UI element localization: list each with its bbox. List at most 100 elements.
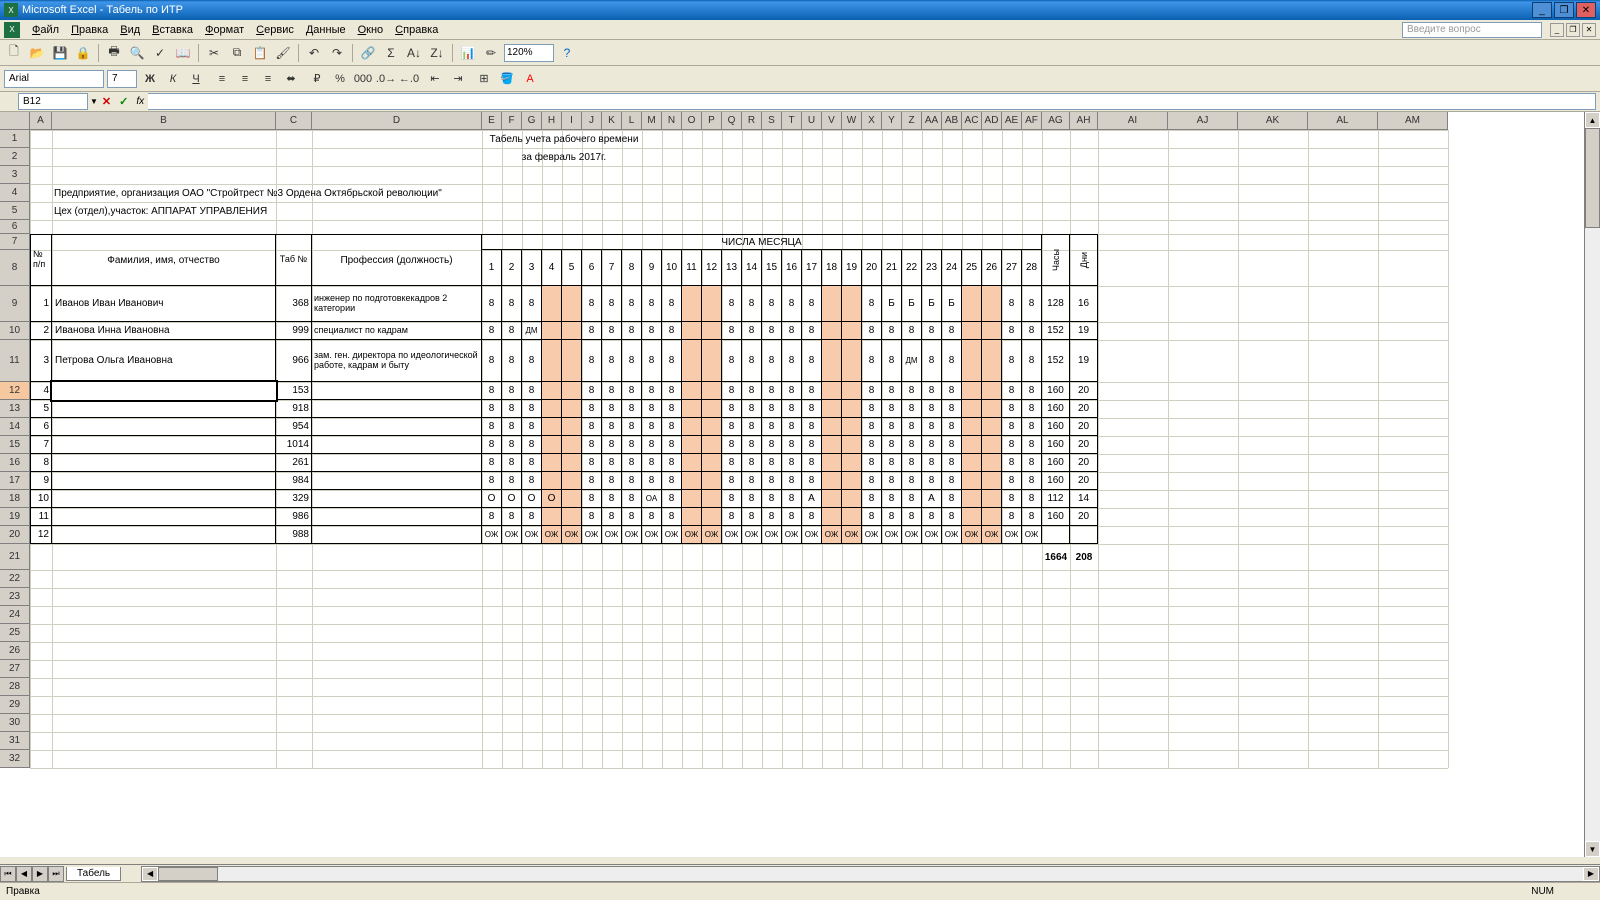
day-cell[interactable]: 8 [782, 286, 802, 322]
day-cell[interactable] [962, 508, 982, 526]
day-cell[interactable]: 8 [762, 472, 782, 490]
day-cell[interactable]: ОЖ [802, 526, 822, 544]
day-cell[interactable]: ДМ [902, 340, 922, 382]
day-cell[interactable]: 8 [602, 286, 622, 322]
spell-icon[interactable]: ✓ [150, 43, 170, 63]
sort-asc-icon[interactable]: A↓ [404, 43, 424, 63]
col-header-M[interactable]: M [642, 112, 662, 130]
day-cell[interactable]: 8 [582, 340, 602, 382]
menu-Сервис[interactable]: Сервис [250, 22, 300, 38]
menu-Данные[interactable]: Данные [300, 22, 352, 38]
row-name[interactable]: Иванов Иван Иванович [52, 286, 276, 322]
day-cell[interactable]: О [522, 490, 542, 508]
day-cell[interactable] [822, 340, 842, 382]
day-cell[interactable]: ОЖ [762, 526, 782, 544]
day-cell[interactable]: 8 [602, 490, 622, 508]
day-cell[interactable] [962, 322, 982, 340]
day-cell[interactable]: 8 [642, 340, 662, 382]
day-cell[interactable] [842, 418, 862, 436]
day-cell[interactable] [682, 340, 702, 382]
fx-icon[interactable]: fx [136, 96, 144, 107]
col-header-T[interactable]: T [782, 112, 802, 130]
day-cell[interactable] [982, 286, 1002, 322]
row-header-4[interactable]: 4 [0, 184, 30, 202]
day-cell[interactable]: 8 [482, 472, 502, 490]
row-header-27[interactable]: 27 [0, 660, 30, 678]
font-size-select[interactable]: 7 [107, 70, 137, 88]
day-cell[interactable]: 8 [942, 454, 962, 472]
col-header-X[interactable]: X [862, 112, 882, 130]
day-cell[interactable]: 8 [882, 322, 902, 340]
day-cell[interactable]: 8 [802, 286, 822, 322]
day-cell[interactable]: 8 [802, 340, 822, 382]
currency-icon[interactable]: ₽ [307, 69, 327, 89]
day-cell[interactable] [682, 454, 702, 472]
enter-icon[interactable]: ✓ [119, 95, 128, 108]
row-name[interactable]: Петрова Ольга Ивановна [52, 340, 276, 382]
borders-icon[interactable]: ⊞ [474, 69, 494, 89]
day-cell[interactable] [682, 382, 702, 400]
day-cell[interactable]: 8 [482, 322, 502, 340]
row-header-29[interactable]: 29 [0, 696, 30, 714]
menu-Справка[interactable]: Справка [389, 22, 444, 38]
day-cell[interactable]: 8 [662, 286, 682, 322]
day-cell[interactable]: 8 [1022, 286, 1042, 322]
day-cell[interactable]: 8 [742, 340, 762, 382]
cut-icon[interactable]: ✂ [204, 43, 224, 63]
day-cell[interactable] [962, 400, 982, 418]
day-cell[interactable]: 8 [642, 418, 662, 436]
row-header-19[interactable]: 19 [0, 508, 30, 526]
day-cell[interactable] [682, 472, 702, 490]
day-cell[interactable]: 8 [942, 472, 962, 490]
day-cell[interactable]: 8 [482, 508, 502, 526]
day-cell[interactable]: 8 [922, 454, 942, 472]
day-cell[interactable]: 8 [502, 382, 522, 400]
day-cell[interactable]: 8 [862, 454, 882, 472]
day-cell[interactable] [842, 340, 862, 382]
day-cell[interactable] [842, 436, 862, 454]
close-button[interactable]: ✕ [1576, 2, 1596, 18]
day-cell[interactable] [982, 490, 1002, 508]
day-cell[interactable] [682, 508, 702, 526]
name-box[interactable]: B12 [18, 93, 88, 110]
day-cell[interactable]: 8 [522, 382, 542, 400]
day-cell[interactable]: 8 [902, 322, 922, 340]
cancel-icon[interactable]: ✕ [102, 95, 111, 108]
italic-icon[interactable]: К [163, 69, 183, 89]
day-cell[interactable] [962, 472, 982, 490]
day-cell[interactable]: О [482, 490, 502, 508]
day-cell[interactable]: 8 [862, 436, 882, 454]
day-cell[interactable] [562, 286, 582, 322]
day-cell[interactable] [562, 400, 582, 418]
day-cell[interactable] [962, 382, 982, 400]
day-cell[interactable] [542, 508, 562, 526]
row-header-6[interactable]: 6 [0, 220, 30, 234]
day-cell[interactable]: Б [882, 286, 902, 322]
day-cell[interactable] [702, 400, 722, 418]
undo-icon[interactable]: ↶ [304, 43, 324, 63]
tab-first-icon[interactable]: ⏮ [0, 866, 16, 882]
day-cell[interactable]: 8 [622, 454, 642, 472]
horizontal-scrollbar[interactable]: ◀▶ [141, 866, 1600, 882]
comma-icon[interactable]: 000 [353, 69, 373, 89]
mdi-minimize[interactable]: _ [1550, 23, 1564, 37]
chart-icon[interactable]: 📊 [458, 43, 478, 63]
day-cell[interactable]: ОЖ [722, 526, 742, 544]
day-cell[interactable]: 8 [522, 436, 542, 454]
day-cell[interactable]: 8 [502, 340, 522, 382]
day-cell[interactable]: 8 [802, 400, 822, 418]
row-name[interactable] [52, 454, 276, 472]
font-color-icon[interactable]: A [520, 69, 540, 89]
day-cell[interactable]: 8 [1002, 454, 1022, 472]
day-cell[interactable]: ОЖ [702, 526, 722, 544]
day-cell[interactable] [702, 454, 722, 472]
day-cell[interactable]: Б [922, 286, 942, 322]
day-cell[interactable] [822, 490, 842, 508]
day-cell[interactable]: 8 [522, 418, 542, 436]
day-cell[interactable]: 8 [502, 436, 522, 454]
selected-cell[interactable] [52, 382, 276, 400]
day-cell[interactable]: 8 [662, 454, 682, 472]
day-cell[interactable]: 8 [902, 418, 922, 436]
day-cell[interactable]: 8 [582, 472, 602, 490]
day-cell[interactable] [822, 436, 842, 454]
